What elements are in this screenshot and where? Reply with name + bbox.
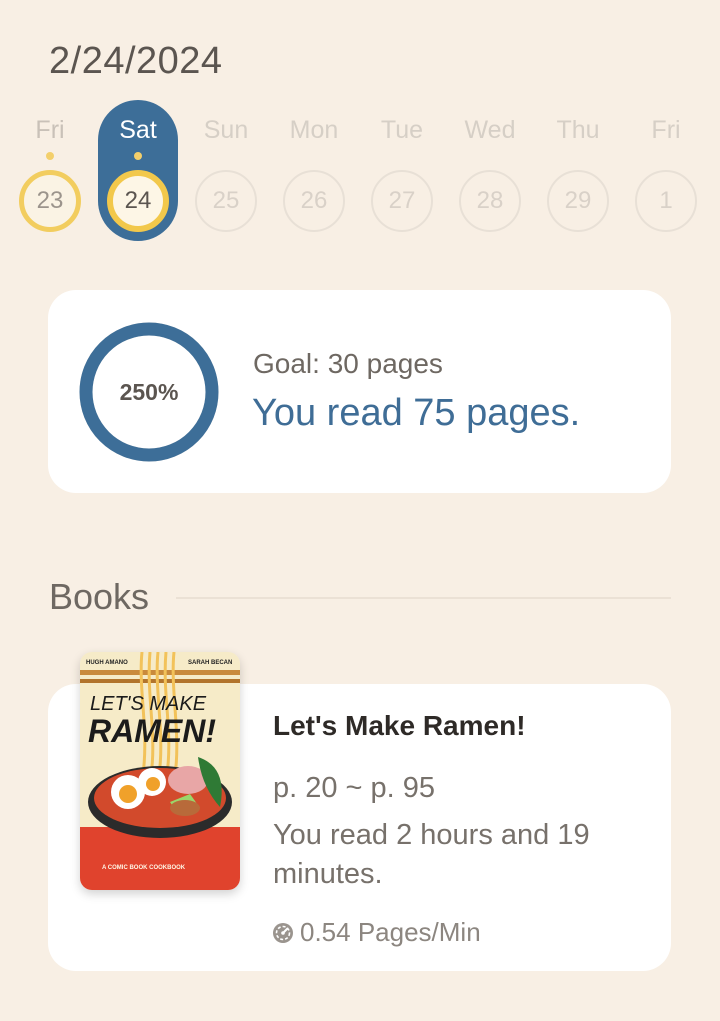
day-name: Sun [203, 116, 249, 144]
book-cover[interactable]: HUGH AMANO SARAH BECAN LET'S MAKE RAMEN!… [80, 652, 240, 890]
day-wed-28[interactable]: Wed 28 [450, 100, 530, 242]
day-fri-23[interactable]: Fri 23 [10, 100, 90, 242]
day-number: 28 [459, 170, 521, 232]
speedometer-icon [273, 922, 293, 943]
reading-speed: 0.54 Pages/Min [272, 917, 481, 948]
day-tue-27[interactable]: Tue 27 [362, 100, 442, 242]
books-section-title: Books [49, 576, 150, 617]
date-title: 2/24/2024 [49, 40, 223, 82]
reading-dot [46, 152, 54, 160]
day-name: Mon [289, 116, 339, 144]
reading-duration: You read 2 hours and 19 minutes. [273, 819, 590, 890]
day-number: 26 [283, 170, 345, 232]
day-name: Fri [35, 116, 65, 144]
day-sat-24[interactable]: Sat 24 [98, 100, 178, 242]
book-title[interactable]: Let's Make Ramen! [273, 710, 526, 742]
book-cover-art: HUGH AMANO SARAH BECAN LET'S MAKE RAMEN!… [80, 652, 240, 890]
day-mon-26[interactable]: Mon 26 [274, 100, 354, 242]
cover-title-line1: LET'S MAKE [90, 693, 207, 715]
day-fri-1[interactable]: Fri 1 [626, 100, 706, 242]
goal-percent: 250% [119, 378, 179, 405]
cover-author-left: HUGH AMANO [86, 660, 128, 666]
cover-title-line2: RAMEN! [88, 713, 216, 749]
day-number: 23 [19, 170, 81, 232]
day-sun-25[interactable]: Sun 25 [186, 100, 266, 242]
day-number: 1 [635, 170, 697, 232]
divider [176, 597, 671, 599]
goal-card[interactable]: 250% Goal: 30 pages You read 75 pages. [48, 290, 671, 493]
day-name: Tue [380, 116, 424, 144]
day-thu-29[interactable]: Thu 29 [538, 100, 618, 242]
day-name: Sat [119, 116, 157, 144]
goal-target: Goal: 30 pages [253, 348, 443, 379]
day-number: 25 [195, 170, 257, 232]
day-number: 27 [371, 170, 433, 232]
cover-author-right: SARAH BECAN [188, 660, 232, 666]
reading-speed-label: 0.54 Pages/Min [300, 917, 481, 947]
pages-read: You read 75 pages. [252, 392, 581, 434]
day-name: Thu [556, 116, 600, 144]
day-name: Wed [464, 116, 516, 144]
day-number: 29 [547, 170, 609, 232]
day-number: 24 [107, 170, 169, 232]
page-range: p. 20 ~ p. 95 [273, 772, 436, 804]
cover-tagline: A COMIC BOOK COOKBOOK [102, 865, 186, 871]
reading-dot [134, 152, 142, 160]
day-name: Fri [651, 116, 681, 144]
week-strip: Fri 23 Sat 24 Sun 25 Mon 26 Tue 27 Wed 28 Thu 29 Fri 1 [0, 100, 720, 245]
